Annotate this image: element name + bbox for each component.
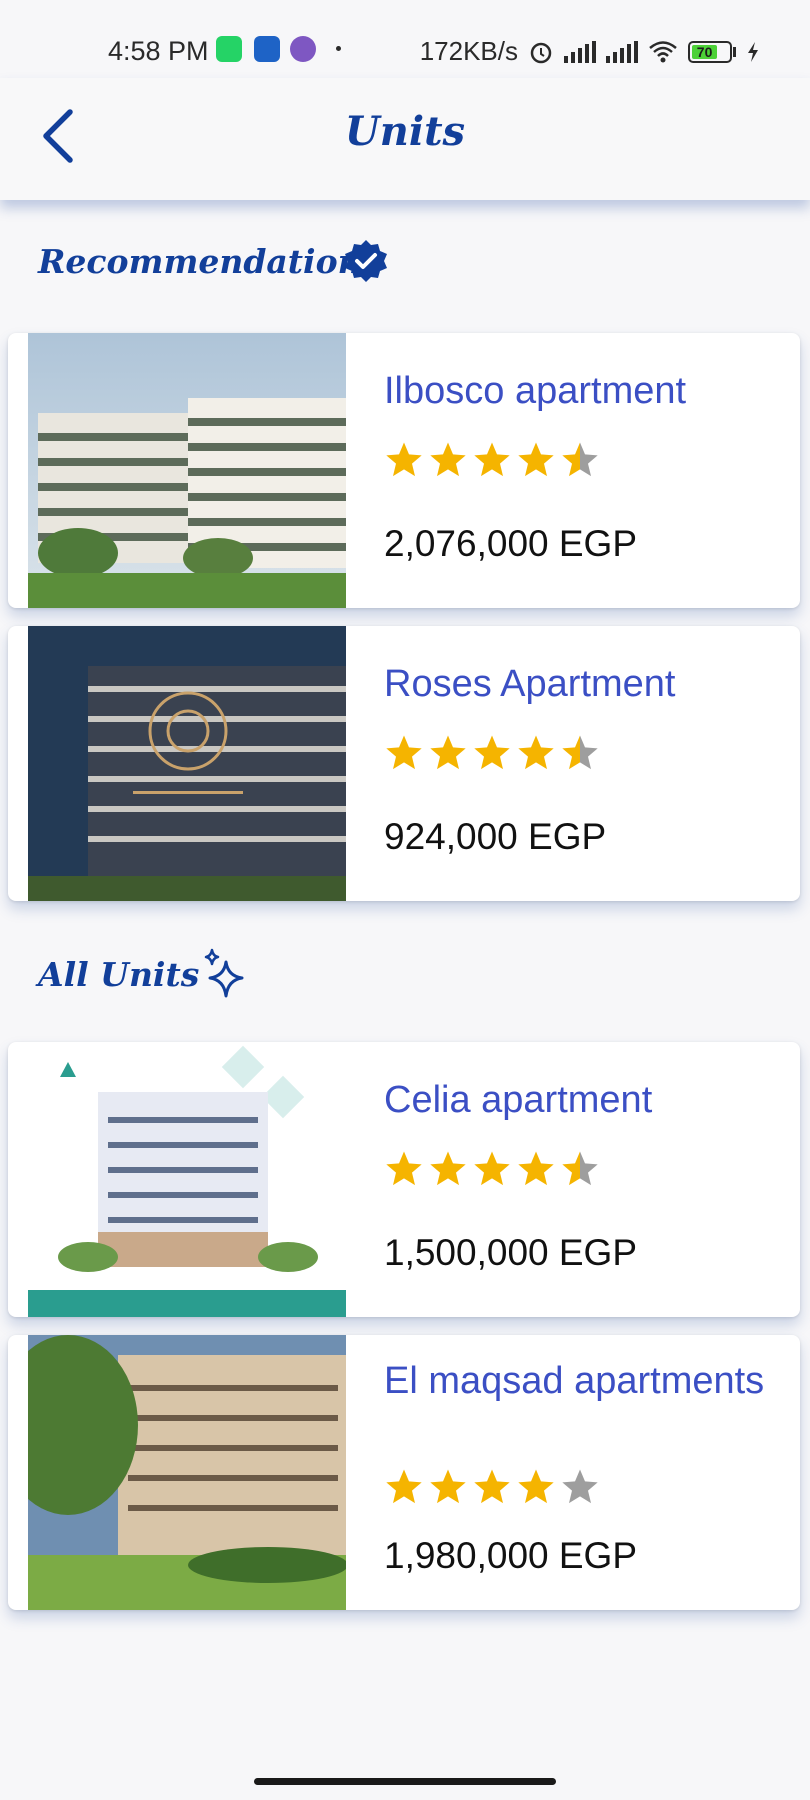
unit-name: Ilbosco apartment [384,370,687,412]
star-half-icon [562,442,598,477]
sparkles-icon [204,948,244,998]
star-filled-icon [386,735,422,770]
unit-card-ilbosco[interactable]: Ilbosco apartment 2,076,000 EGP [8,333,800,608]
unit-image-celia [28,1042,346,1317]
alarm-icon [530,42,552,63]
unit-price: 1,500,000 EGP [384,1232,638,1273]
unit-image-roses [28,626,346,901]
page-title: Units [344,108,466,155]
rating-stars [384,733,600,773]
rating-stars [384,1467,600,1507]
unit-card-celia[interactable]: Celia apartment 1,500,000 EGP [8,1042,800,1317]
unit-image-el-maqsad [28,1335,346,1610]
star-half-icon [562,1151,598,1186]
app-bar: Units [0,78,810,200]
verified-badge-icon [345,240,387,282]
unit-price: 924,000 EGP [384,816,607,857]
signal-icon [564,40,596,63]
unit-name: El maqsad apartments [384,1360,765,1402]
dot-icon [336,46,341,51]
all-units-title: All Units [38,955,200,994]
star-filled-icon [518,1469,554,1504]
wifi-icon [649,40,677,62]
rating-stars [384,440,600,480]
status-right: 172KB/s 70 [420,36,760,67]
charging-icon [748,41,758,62]
unit-card-el-maqsad[interactable]: El maqsad apartments 1,980,000 EGP [8,1335,800,1610]
star-filled-icon [386,1469,422,1504]
star-filled-icon [518,442,554,477]
network-speed: 172KB/s [419,36,518,66]
star-filled-icon [518,1151,554,1186]
unit-image-ilbosco [28,333,346,608]
star-filled-icon [474,735,510,770]
status-time: 4:58 PM [108,36,209,66]
unit-price: 1,980,000 EGP [384,1535,638,1576]
star-filled-icon [518,735,554,770]
app-notification-icon [254,36,280,62]
star-filled-icon [430,442,466,477]
star-filled-icon [430,735,466,770]
battery-icon: 70 [688,40,736,63]
rating-stars [384,1149,600,1189]
star-filled-icon [386,442,422,477]
unit-card-roses[interactable]: Roses Apartment 924,000 EGP [8,626,800,901]
star-filled-icon [474,442,510,477]
signal-icon-2 [606,40,638,63]
star-empty-icon [562,1469,598,1504]
star-filled-icon [474,1151,510,1186]
unit-price: 2,076,000 EGP [384,523,638,564]
whatsapp-icon [216,36,242,62]
star-filled-icon [386,1151,422,1186]
unit-name: Celia apartment [384,1079,653,1121]
butterfly-icon [290,36,316,62]
battery-level: 70 [692,44,718,59]
star-half-icon [562,735,598,770]
recommendation-title: Recommendation [38,242,362,281]
unit-name: Roses Apartment [384,663,676,705]
star-filled-icon [430,1151,466,1186]
star-filled-icon [430,1469,466,1504]
home-indicator[interactable] [254,1778,556,1785]
star-filled-icon [474,1469,510,1504]
